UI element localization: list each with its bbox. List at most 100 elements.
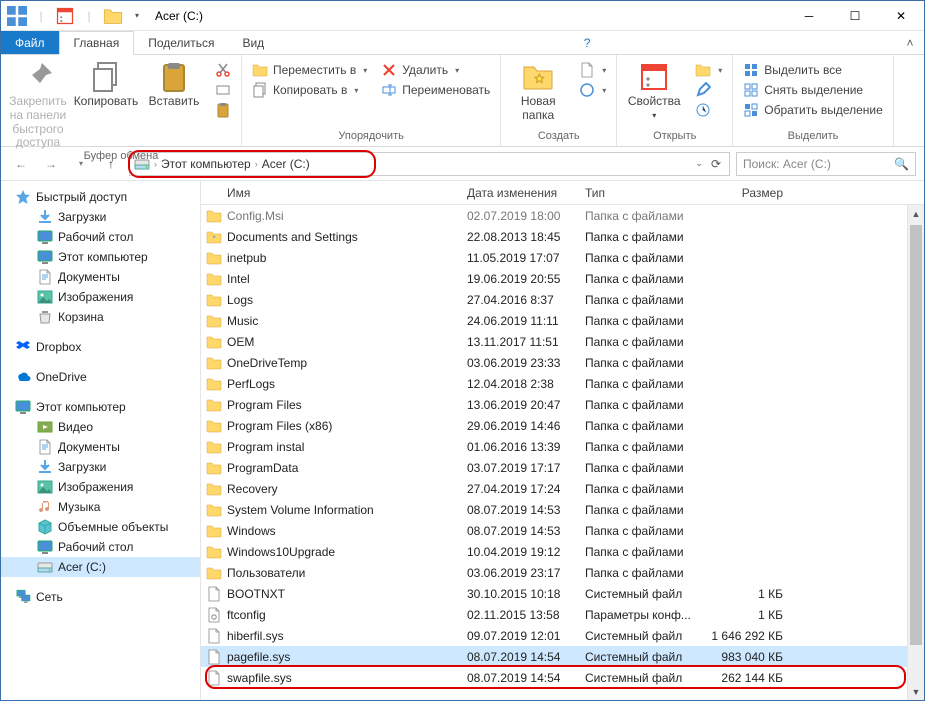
col-type[interactable]: Тип — [577, 186, 699, 200]
label: Музыка — [58, 500, 100, 514]
tree-dropbox[interactable]: Dropbox — [1, 337, 200, 357]
file-icon — [201, 649, 227, 665]
tree-onedrive[interactable]: OneDrive — [1, 367, 200, 387]
nav-up-button[interactable]: ↑ — [99, 152, 123, 176]
file-row[interactable]: PerfLogs12.04.2018 2:38Папка с файлами — [201, 373, 924, 394]
history-button[interactable] — [691, 101, 726, 119]
invert-selection-button[interactable]: Обратить выделение — [739, 101, 887, 119]
easy-access-button[interactable]: ▾ — [575, 81, 610, 99]
file-date: 08.07.2019 14:53 — [459, 524, 577, 538]
file-row[interactable]: ftconfig02.11.2015 13:58Параметры конф..… — [201, 604, 924, 625]
breadcrumb-root[interactable]: Этот компьютер› — [161, 157, 258, 171]
paste-shortcut-button[interactable] — [211, 101, 235, 119]
file-row[interactable]: Program instal01.06.2016 13:39Папка с фа… — [201, 436, 924, 457]
tree-downloads2[interactable]: Загрузки — [1, 457, 200, 477]
qat-customize-icon[interactable]: ▾ — [127, 6, 147, 26]
open-button[interactable]: ▾ — [691, 61, 726, 79]
tree-documents[interactable]: Документы — [1, 267, 200, 287]
ribbon-help-icon[interactable]: ? — [573, 31, 601, 54]
tab-home[interactable]: Главная — [59, 31, 135, 55]
tree-music[interactable]: Музыка — [1, 497, 200, 517]
cut-button[interactable] — [211, 61, 235, 79]
label: Этот компьютер — [36, 400, 126, 414]
file-row[interactable]: Recovery27.04.2019 17:24Папка с файлами — [201, 478, 924, 499]
tab-share[interactable]: Поделиться — [134, 31, 228, 54]
new-item-button[interactable]: ▾ — [575, 61, 610, 79]
close-button[interactable]: ✕ — [878, 1, 924, 31]
qat-folder-icon[interactable] — [103, 6, 123, 26]
edit-button[interactable] — [691, 81, 726, 99]
file-row[interactable]: Intel19.06.2019 20:55Папка с файлами — [201, 268, 924, 289]
file-row[interactable]: Documents and Settings22.08.2013 18:45Па… — [201, 226, 924, 247]
file-row[interactable]: ProgramData03.07.2019 17:17Папка с файла… — [201, 457, 924, 478]
maximize-button[interactable]: ☐ — [832, 1, 878, 31]
file-row[interactable]: Program Files (x86)29.06.2019 14:46Папка… — [201, 415, 924, 436]
tree-desktop2[interactable]: Рабочий стол — [1, 537, 200, 557]
copy-button[interactable]: Копировать — [75, 57, 137, 109]
scroll-down-button[interactable]: ▼ — [908, 683, 924, 700]
properties-button[interactable]: Свойства▾ — [623, 57, 685, 120]
tree-downloads[interactable]: Загрузки — [1, 207, 200, 227]
rename-button[interactable]: Переименовать — [377, 81, 494, 99]
tree-quick-access[interactable]: Быстрый доступ — [1, 187, 200, 207]
tree-recycle-bin[interactable]: Корзина — [1, 307, 200, 327]
file-row[interactable]: Program Files13.06.2019 20:47Папка с фай… — [201, 394, 924, 415]
select-all-button[interactable]: Выделить все — [739, 61, 887, 79]
vertical-scrollbar[interactable]: ▲ ▼ — [907, 205, 924, 700]
file-row[interactable]: Config.Msi02.07.2019 18:00Папка с файлам… — [201, 205, 924, 226]
copy-to-button[interactable]: Копировать в▾ — [248, 81, 371, 99]
file-type: Системный файл — [577, 587, 699, 601]
tree-documents2[interactable]: Документы — [1, 437, 200, 457]
file-row[interactable]: Music24.06.2019 11:11Папка с файлами — [201, 310, 924, 331]
tab-view[interactable]: Вид — [228, 31, 278, 54]
search-input[interactable]: Поиск: Acer (C:) 🔍 — [736, 152, 916, 176]
breadcrumb-sep[interactable]: › — [154, 159, 157, 169]
address-bar[interactable]: › Этот компьютер› Acer (C:) ⌄ ⟳ — [129, 152, 730, 176]
pin-to-quick-access-button[interactable]: Закрепить на панели быстрого доступа — [7, 57, 69, 150]
copy-path-button[interactable] — [211, 81, 235, 99]
file-row[interactable]: inetpub11.05.2019 17:07Папка с файлами — [201, 247, 924, 268]
address-dropdown-icon[interactable]: ⌄ — [695, 158, 703, 169]
qat-properties-icon[interactable] — [55, 6, 75, 26]
paste-button[interactable]: Вставить — [143, 57, 205, 109]
tree-acer-drive[interactable]: Acer (C:) — [1, 557, 200, 577]
scroll-up-button[interactable]: ▲ — [908, 205, 924, 222]
select-none-button[interactable]: Снять выделение — [739, 81, 887, 99]
scroll-thumb[interactable] — [910, 225, 922, 645]
file-row[interactable]: pagefile.sys08.07.2019 14:54Системный фа… — [201, 646, 924, 667]
file-row[interactable]: System Volume Information08.07.2019 14:5… — [201, 499, 924, 520]
tree-pictures2[interactable]: Изображения — [1, 477, 200, 497]
delete-button[interactable]: Удалить▾ — [377, 61, 494, 79]
file-row[interactable]: BOOTNXT30.10.2015 10:18Системный файл1 К… — [201, 583, 924, 604]
file-row[interactable]: OneDriveTemp03.06.2019 23:33Папка с файл… — [201, 352, 924, 373]
nav-back-button[interactable]: ← — [9, 152, 33, 176]
nav-tree[interactable]: Быстрый доступ Загрузки Рабочий стол Это… — [1, 181, 201, 700]
tree-videos[interactable]: Видео — [1, 417, 200, 437]
tree-3d-objects[interactable]: Объемные объекты — [1, 517, 200, 537]
file-row[interactable]: Windows10Upgrade10.04.2019 19:12Папка с … — [201, 541, 924, 562]
tree-this-pc-main[interactable]: Этот компьютер — [1, 397, 200, 417]
file-row[interactable]: swapfile.sys08.07.2019 14:54Системный фа… — [201, 667, 924, 688]
tree-desktop[interactable]: Рабочий стол — [1, 227, 200, 247]
nav-recent-button[interactable]: ▾ — [69, 152, 93, 176]
breadcrumb-drive[interactable]: Acer (C:) — [262, 157, 310, 171]
ribbon-collapse-icon[interactable]: ˄ — [896, 31, 924, 54]
tree-pictures[interactable]: Изображения — [1, 287, 200, 307]
file-row[interactable]: Logs27.04.2016 8:37Папка с файлами — [201, 289, 924, 310]
nav-forward-button[interactable]: → — [39, 152, 63, 176]
file-row[interactable]: Windows08.07.2019 14:53Папка с файлами — [201, 520, 924, 541]
tree-network[interactable]: Сеть — [1, 587, 200, 607]
refresh-button[interactable]: ⟳ — [707, 157, 725, 171]
qat-app-icon[interactable] — [7, 6, 27, 26]
tab-file[interactable]: Файл — [1, 31, 59, 54]
file-row[interactable]: Пользователи03.06.2019 23:17Папка с файл… — [201, 562, 924, 583]
minimize-button[interactable]: ─ — [786, 1, 832, 31]
new-folder-button[interactable]: Новая папка — [507, 57, 569, 123]
file-row[interactable]: OEM13.11.2017 11:51Папка с файлами — [201, 331, 924, 352]
move-to-button[interactable]: Переместить в▾ — [248, 61, 371, 79]
col-name[interactable]: Имя — [201, 186, 459, 200]
col-date[interactable]: Дата изменения — [459, 186, 577, 200]
col-size[interactable]: Размер — [699, 186, 791, 200]
tree-this-pc[interactable]: Этот компьютер — [1, 247, 200, 267]
file-row[interactable]: hiberfil.sys09.07.2019 12:01Системный фа… — [201, 625, 924, 646]
